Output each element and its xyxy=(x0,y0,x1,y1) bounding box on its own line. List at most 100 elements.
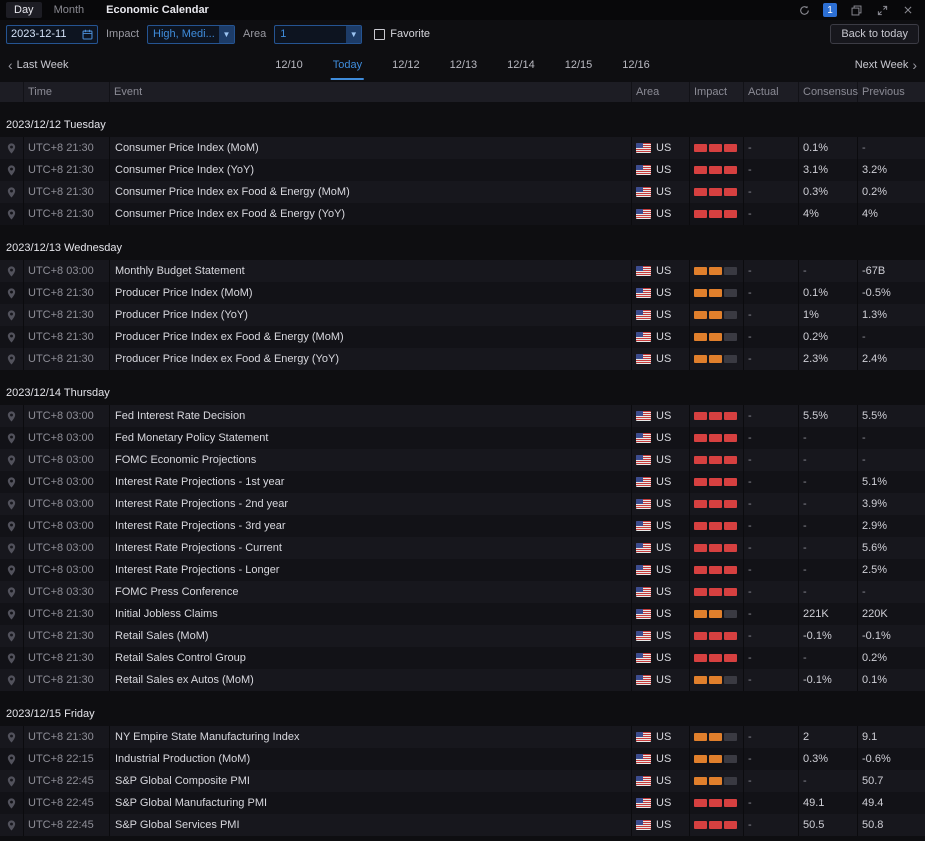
tab-month[interactable]: Month xyxy=(46,2,93,18)
impact-indicator xyxy=(690,603,744,625)
page-title: Economic Calendar xyxy=(106,4,209,16)
pin-toggle[interactable] xyxy=(0,559,24,581)
pin-toggle[interactable] xyxy=(0,748,24,770)
pin-toggle[interactable] xyxy=(0,603,24,625)
area-dropdown[interactable]: 1 ▼ xyxy=(274,24,363,44)
previous-value: - xyxy=(862,454,866,466)
pin-toggle[interactable] xyxy=(0,493,24,515)
back-to-today-button[interactable]: Back to today xyxy=(830,24,919,44)
week-day-today[interactable]: Today xyxy=(330,50,365,80)
favorite-checkbox[interactable] xyxy=(374,28,386,40)
last-week-button[interactable]: ‹ Last Week xyxy=(8,58,68,72)
pin-icon xyxy=(7,520,16,532)
table-row[interactable]: UTC+8 21:30 Retail Sales (MoM) US - -0.1% -0.… xyxy=(0,625,925,647)
previous-value: - xyxy=(862,432,866,444)
pin-toggle[interactable] xyxy=(0,581,24,603)
pin-toggle[interactable] xyxy=(0,792,24,814)
table-row[interactable]: UTC+8 03:00 Interest Rate Projections - 3… xyxy=(0,515,925,537)
table-row[interactable]: UTC+8 22:45 S&P Global Services PMI US -50.… xyxy=(0,814,925,836)
pin-toggle[interactable] xyxy=(0,348,24,370)
refresh-icon[interactable] xyxy=(797,3,811,17)
pin-toggle[interactable] xyxy=(0,282,24,304)
week-day-12-15[interactable]: 12/15 xyxy=(563,50,595,80)
pin-toggle[interactable] xyxy=(0,159,24,181)
table-row[interactable]: UTC+8 21:30 Consumer Price Index (YoY) US -… xyxy=(0,159,925,181)
pin-toggle[interactable] xyxy=(0,537,24,559)
table-row[interactable]: UTC+8 21:30 Retail Sales Control Group US -… xyxy=(0,647,925,669)
pin-toggle[interactable] xyxy=(0,515,24,537)
table-row[interactable]: UTC+8 21:30 Consumer Price Index ex Food … xyxy=(0,203,925,225)
pin-toggle[interactable] xyxy=(0,471,24,493)
table-row[interactable]: UTC+8 21:30 Consumer Price Index (MoM) US -… xyxy=(0,137,925,159)
week-day-12-10[interactable]: 12/10 xyxy=(273,50,305,80)
table-row[interactable]: UTC+8 03:00 Fed Interest Rate Decision US -… xyxy=(0,405,925,427)
table-row[interactable]: UTC+8 03:00 Interest Rate Projections - 2… xyxy=(0,493,925,515)
actual-value: - xyxy=(744,726,799,748)
week-day-12-13[interactable]: 12/13 xyxy=(448,50,480,80)
us-flag-icon xyxy=(636,820,651,830)
table-row[interactable]: UTC+8 21:30 Retail Sales ex Autos (MoM) US… xyxy=(0,669,925,691)
pin-icon xyxy=(7,164,16,176)
table-row[interactable]: UTC+8 21:30 Producer Price Index ex Food … xyxy=(0,348,925,370)
pin-toggle[interactable] xyxy=(0,669,24,691)
pin-toggle[interactable] xyxy=(0,405,24,427)
table-row[interactable]: UTC+8 21:30 NY Empire State Manufacturing… xyxy=(0,726,925,748)
impact-dropdown[interactable]: High, Medi... ▼ xyxy=(147,24,236,44)
table-row[interactable]: UTC+8 03:00 Interest Rate Projections - L… xyxy=(0,559,925,581)
pin-toggle[interactable] xyxy=(0,260,24,282)
area-code: US xyxy=(656,287,672,299)
table-row[interactable]: UTC+8 03:30 FOMC Press Conference US - - - xyxy=(0,581,925,603)
impact-indicator xyxy=(690,282,744,304)
previous-value: 1.3% xyxy=(862,309,888,321)
impact-indicator xyxy=(690,137,744,159)
table-row[interactable]: UTC+8 21:30 Initial Jobless Claims US -221K… xyxy=(0,603,925,625)
pin-toggle[interactable] xyxy=(0,625,24,647)
table-row[interactable]: UTC+8 03:00 Interest Rate Projections - C… xyxy=(0,537,925,559)
table-row[interactable]: UTC+8 03:00 Monthly Budget Statement US - - -… xyxy=(0,260,925,282)
pin-toggle[interactable] xyxy=(0,203,24,225)
table-row[interactable]: UTC+8 22:15 Industrial Production (MoM) US… xyxy=(0,748,925,770)
popout-window-icon[interactable] xyxy=(849,3,863,17)
pin-toggle[interactable] xyxy=(0,814,24,836)
pin-toggle[interactable] xyxy=(0,427,24,449)
pin-toggle[interactable] xyxy=(0,770,24,792)
event-time: UTC+8 03:00 xyxy=(24,405,110,427)
table-row[interactable]: UTC+8 21:30 Producer Price Index (YoY) US -… xyxy=(0,304,925,326)
event-area: US xyxy=(632,537,690,559)
date-picker[interactable] xyxy=(6,24,98,44)
table-row[interactable]: UTC+8 21:30 Consumer Price Index ex Food … xyxy=(0,181,925,203)
impact-indicator xyxy=(690,493,744,515)
close-icon[interactable] xyxy=(901,3,915,17)
pin-icon xyxy=(7,287,16,299)
pin-toggle[interactable] xyxy=(0,449,24,471)
event-area: US xyxy=(632,405,690,427)
actual-value: - xyxy=(744,515,799,537)
tab-day[interactable]: Day xyxy=(6,2,42,18)
pin-toggle[interactable] xyxy=(0,181,24,203)
expand-icon[interactable] xyxy=(875,3,889,17)
favorite-toggle[interactable]: Favorite xyxy=(374,28,430,40)
table-row[interactable]: UTC+8 22:45 S&P Global Manufacturing PMI U… xyxy=(0,792,925,814)
area-code: US xyxy=(656,775,672,787)
week-day-12-16[interactable]: 12/16 xyxy=(620,50,652,80)
pin-toggle[interactable] xyxy=(0,137,24,159)
table-row[interactable]: UTC+8 22:45 S&P Global Composite PMI US - -5… xyxy=(0,770,925,792)
actual-value: - xyxy=(744,449,799,471)
week-day-12-14[interactable]: 12/14 xyxy=(505,50,537,80)
event-area: US xyxy=(632,449,690,471)
window-count-badge[interactable]: 1 xyxy=(823,3,837,17)
date-input[interactable] xyxy=(11,28,73,40)
pin-toggle[interactable] xyxy=(0,304,24,326)
event-name: FOMC Economic Projections xyxy=(110,449,632,471)
table-row[interactable]: UTC+8 03:00 Fed Monetary Policy Statement… xyxy=(0,427,925,449)
pin-toggle[interactable] xyxy=(0,726,24,748)
pin-toggle[interactable] xyxy=(0,647,24,669)
pin-toggle[interactable] xyxy=(0,326,24,348)
table-row[interactable]: UTC+8 21:30 Producer Price Index ex Food … xyxy=(0,326,925,348)
table-row[interactable]: UTC+8 03:00 FOMC Economic Projections US - -… xyxy=(0,449,925,471)
next-week-button[interactable]: Next Week › xyxy=(855,58,917,72)
table-row[interactable]: UTC+8 21:30 Producer Price Index (MoM) US -… xyxy=(0,282,925,304)
table-row[interactable]: UTC+8 03:00 Interest Rate Projections - 1… xyxy=(0,471,925,493)
week-day-12-12[interactable]: 12/12 xyxy=(390,50,422,80)
previous-value: 49.4 xyxy=(862,797,884,809)
